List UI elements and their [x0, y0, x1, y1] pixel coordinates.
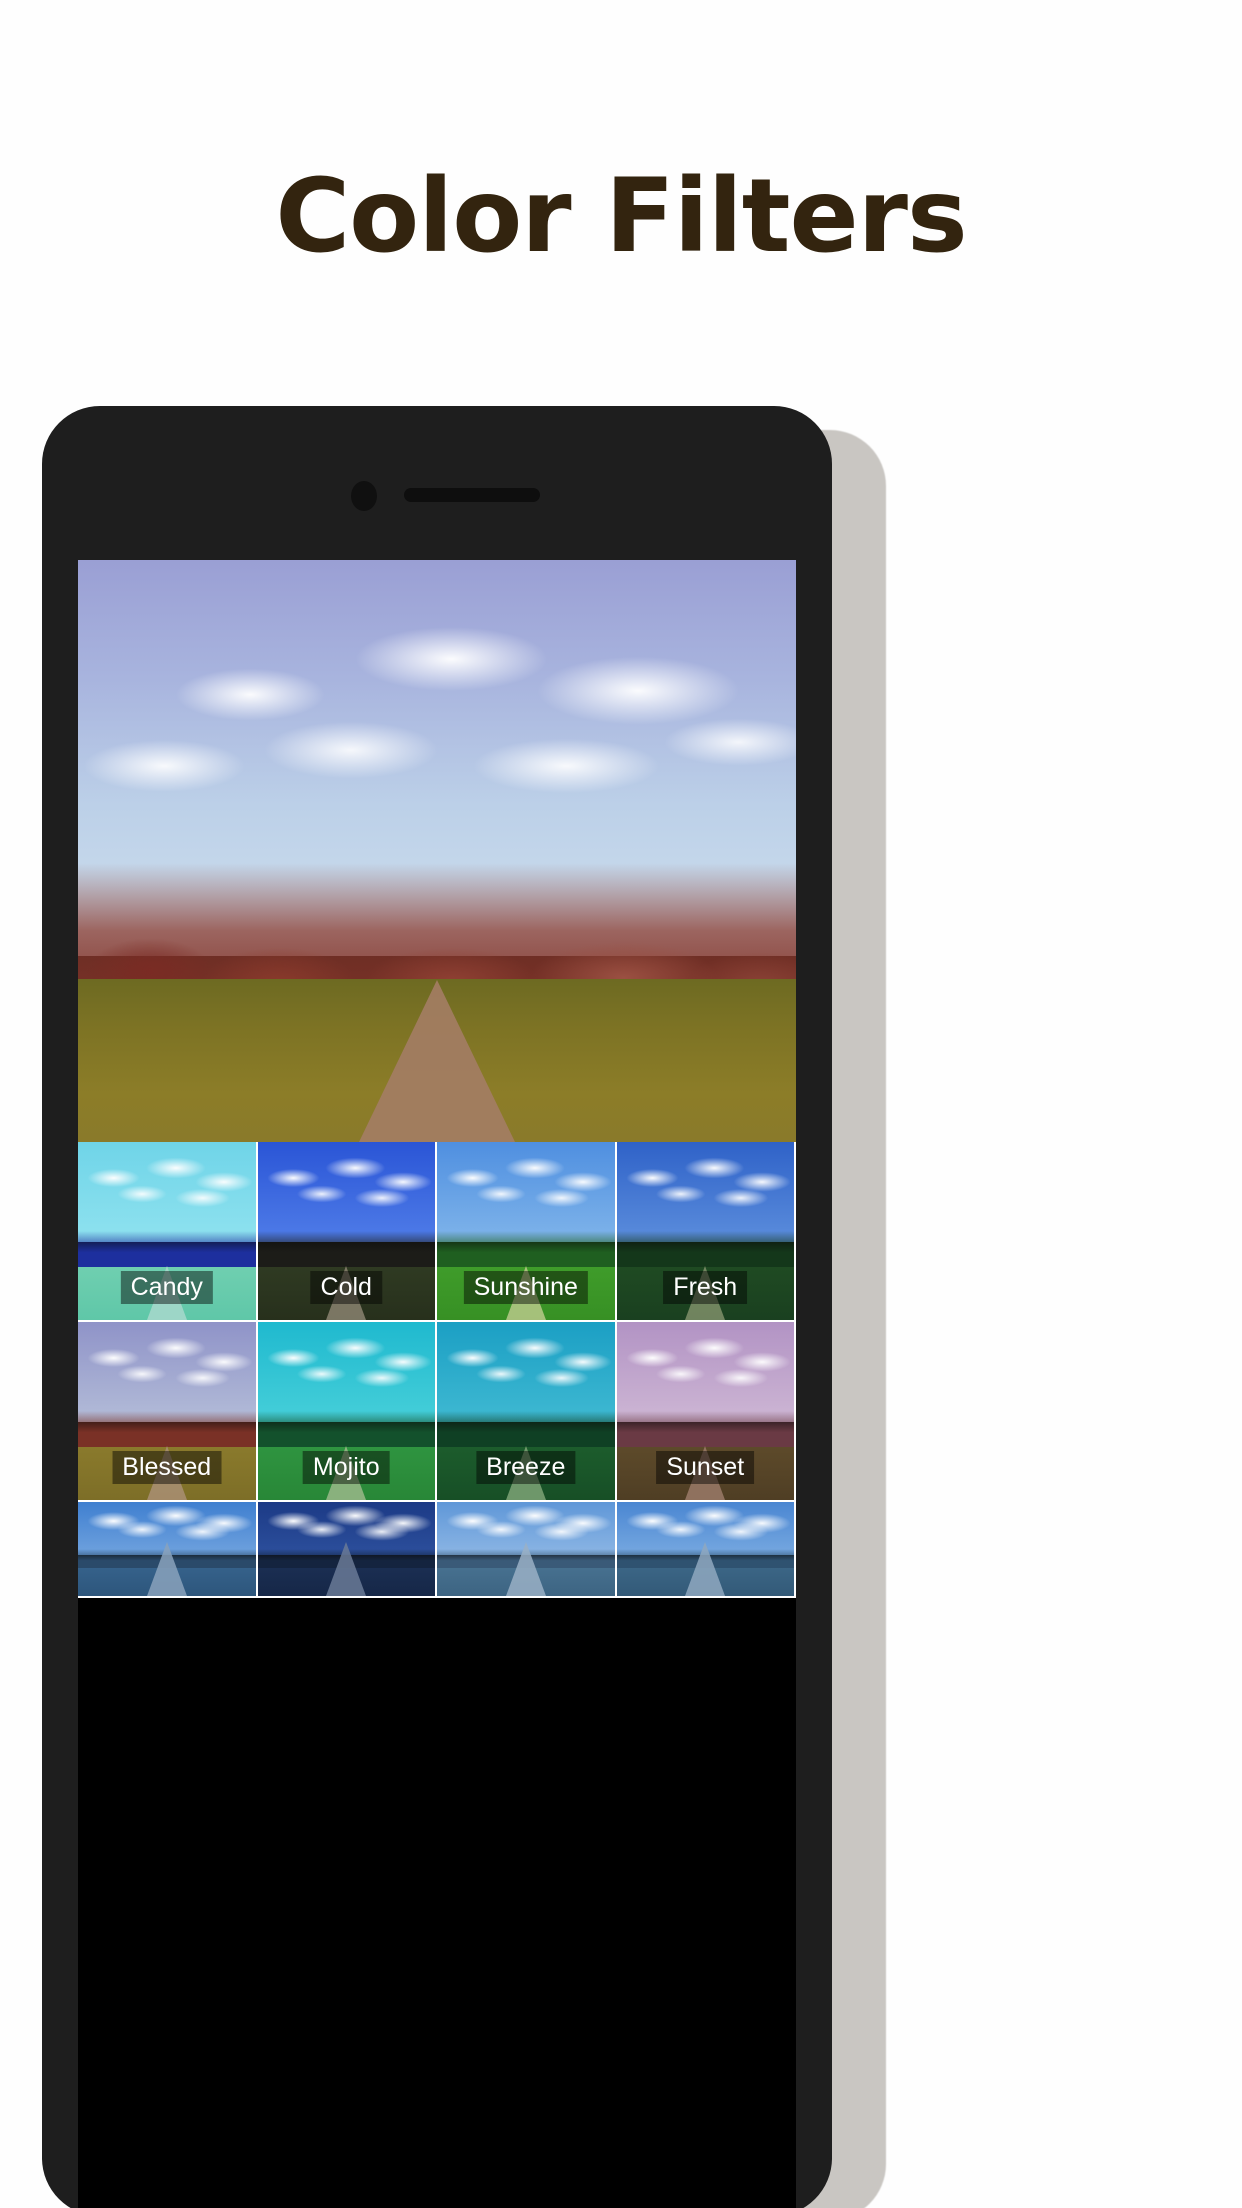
filter-row: [78, 1502, 796, 1598]
thumb-path: [146, 1542, 187, 1596]
thumb-treeline: [78, 1411, 256, 1451]
thumb-sky: [616, 1322, 794, 1422]
thumb-path: [685, 1542, 726, 1596]
filter-name-label: Candy: [120, 1270, 213, 1304]
filter-thumb[interactable]: [78, 1502, 258, 1598]
thumb-treeline: [257, 1231, 435, 1271]
thumb-treeline: [437, 1411, 615, 1451]
thumb-treeline: [78, 1231, 256, 1271]
filter-thumb-sunshine[interactable]: Sunshine: [437, 1142, 617, 1322]
page-title: Color Filters: [275, 157, 967, 276]
thumb-sky: [78, 1142, 256, 1242]
thumb-path: [326, 1542, 367, 1596]
thumb-treeline: [437, 1231, 615, 1271]
app-screenshot-page: Color Filters Candy Cold Sunshine Fresh Bles…: [0, 0, 1242, 2208]
filter-name-label: Blessed: [112, 1450, 222, 1484]
thumb-path: [505, 1542, 546, 1596]
filter-thumb[interactable]: [616, 1502, 796, 1598]
thumb-treeline: [616, 1231, 794, 1271]
filter-row: Blessed Mojito Breeze Sunset: [78, 1322, 796, 1502]
filter-name-label: Sunset: [656, 1450, 755, 1484]
filter-thumb-blessed[interactable]: Blessed: [78, 1322, 258, 1502]
filter-thumb-breeze[interactable]: Breeze: [437, 1322, 617, 1502]
filter-thumb[interactable]: [437, 1502, 617, 1598]
filter-name-label: Mojito: [302, 1450, 390, 1484]
phone-screen: Candy Cold Sunshine Fresh Blessed Mojito Breez…: [78, 560, 796, 2208]
thumb-sky: [257, 1322, 435, 1422]
camera-dot-icon: [351, 481, 377, 511]
thumb-treeline: [257, 1411, 435, 1451]
filter-row: Candy Cold Sunshine Fresh: [78, 1142, 796, 1322]
thumb-treeline: [616, 1411, 794, 1451]
filter-thumb[interactable]: [257, 1502, 437, 1598]
filter-thumb-cold[interactable]: Cold: [257, 1142, 437, 1322]
speaker-grille-icon: [404, 488, 540, 502]
thumb-sky: [257, 1142, 435, 1242]
filter-name-label: Sunshine: [463, 1270, 588, 1304]
thumb-sky: [616, 1142, 794, 1242]
filter-thumb-image: [257, 1502, 435, 1596]
filter-name-label: Fresh: [663, 1270, 748, 1304]
preview-path: [359, 980, 515, 1142]
filter-name-label: Cold: [310, 1270, 382, 1304]
filter-thumb-fresh[interactable]: Fresh: [616, 1142, 796, 1322]
filtered-photo-preview[interactable]: [78, 560, 796, 1142]
thumb-sky: [437, 1142, 615, 1242]
filter-thumb-image: [616, 1502, 794, 1596]
filter-thumb-image: [437, 1502, 615, 1596]
filter-thumb-mojito[interactable]: Mojito: [257, 1322, 437, 1502]
phone-frame: Candy Cold Sunshine Fresh Blessed Mojito Breez…: [42, 406, 832, 2208]
phone-top-bezel: [42, 406, 832, 560]
filter-thumb-image: [78, 1502, 256, 1596]
filter-thumb-sunset[interactable]: Sunset: [616, 1322, 796, 1502]
filter-grid: Candy Cold Sunshine Fresh Blessed Mojito Breez…: [78, 1142, 796, 1598]
filter-name-label: Breeze: [476, 1450, 576, 1484]
thumb-sky: [78, 1322, 256, 1422]
thumb-sky: [437, 1322, 615, 1422]
filter-thumb-candy[interactable]: Candy: [78, 1142, 258, 1322]
